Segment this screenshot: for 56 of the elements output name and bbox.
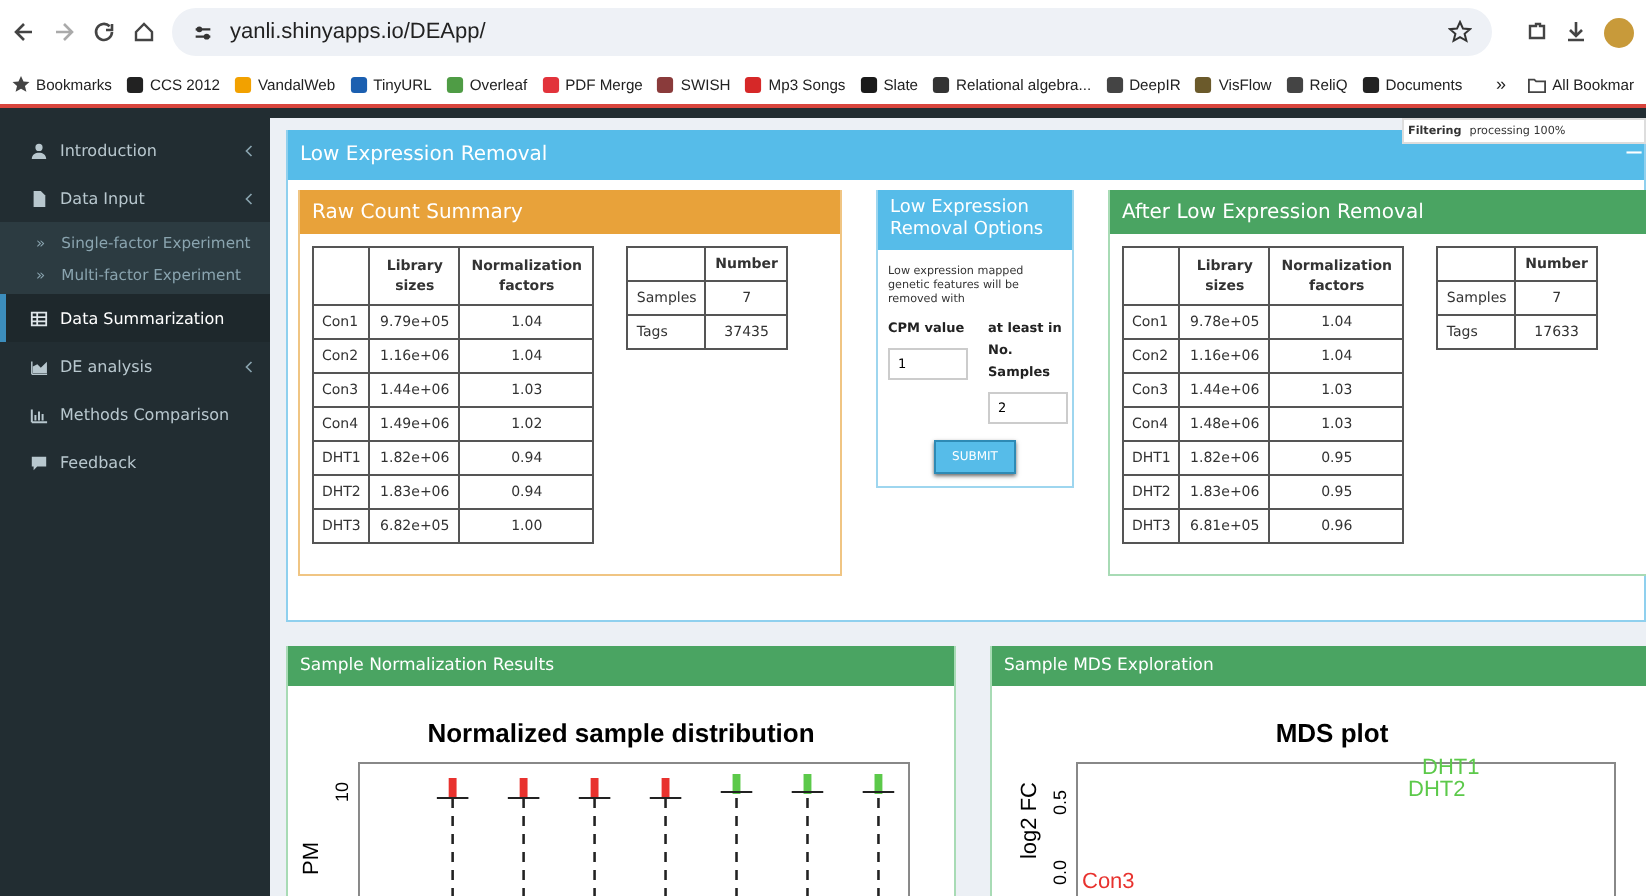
- star-icon[interactable]: [1448, 20, 1472, 44]
- axis-label: PM: [300, 842, 324, 875]
- bookmark-favicon-icon: [125, 75, 144, 93]
- bookmark-favicon-icon: [744, 75, 763, 93]
- table-header-cell: [1437, 247, 1516, 281]
- menu-item-icon: [30, 405, 48, 423]
- back-icon[interactable]: [12, 20, 36, 44]
- download-icon[interactable]: [1564, 20, 1588, 44]
- sidebar-item[interactable]: Feedback: [0, 438, 270, 486]
- card-title: Raw Count Summary: [312, 201, 523, 223]
- home-icon[interactable]: [132, 20, 156, 44]
- bookmark-favicon-icon: [234, 75, 253, 93]
- bookmark-favicon-icon: [656, 75, 675, 93]
- more-bookmarks-button[interactable]: »: [1496, 74, 1507, 94]
- menu-item-icon: [30, 309, 48, 327]
- point-label: Con3: [1082, 872, 1135, 894]
- star-icon: [12, 75, 30, 93]
- tick-label: 10: [332, 782, 352, 803]
- tick-label: 0.0: [1050, 859, 1070, 885]
- box-title: Low Expression Removal: [300, 144, 548, 166]
- sidebar-item[interactable]: Introduction: [0, 126, 270, 174]
- folder-icon: [1528, 75, 1547, 93]
- bookmark-favicon-icon: [541, 75, 560, 93]
- card-title: After Low Expression Removal: [1122, 201, 1424, 223]
- sidebar-item[interactable]: Data Input: [0, 174, 270, 222]
- plot-title: MDS plot: [1275, 718, 1389, 748]
- tick-label: 0.5: [1050, 790, 1070, 816]
- point-label: DHT2: [1408, 780, 1466, 802]
- bookmark-favicon-icon: [1361, 75, 1380, 93]
- bookmark-favicon-icon: [1285, 75, 1304, 93]
- sidebar-item[interactable]: DE analysis: [0, 342, 270, 390]
- sidebar-item[interactable]: Methods Comparison: [0, 390, 270, 438]
- extensions-icon[interactable]: [1524, 20, 1548, 44]
- axis-label: log2 FC: [1018, 782, 1042, 860]
- profile-avatar-icon[interactable]: [1604, 17, 1634, 47]
- bookmark-favicon-icon: [932, 75, 951, 93]
- table-header-cell: [1123, 247, 1180, 305]
- bookmark-favicon-icon: [1105, 75, 1124, 93]
- card-title: Sample MDS Exploration: [1004, 656, 1214, 676]
- address-bar[interactable]: yanli.shinyapps.io/DEApp/: [172, 8, 1492, 56]
- bookmark-favicon-icon: [1194, 75, 1213, 93]
- card-title: Sample Normalization Results: [300, 656, 555, 676]
- bookmark-favicon-icon: [349, 75, 368, 93]
- menu-item-icon: [30, 357, 48, 375]
- menu-item-icon: [30, 189, 48, 207]
- bookmark-favicon-icon: [859, 75, 878, 93]
- reload-icon[interactable]: [92, 20, 116, 44]
- table-header-cell: [627, 247, 706, 281]
- card-title: Low Expression Removal Options: [890, 198, 1046, 242]
- site-settings-icon[interactable]: [192, 21, 214, 43]
- bookmark-favicon-icon: [445, 75, 464, 93]
- sidebar-item[interactable]: Data Summarization: [0, 294, 270, 342]
- menu-item-icon: [30, 453, 48, 471]
- menu-item-icon: [30, 141, 48, 159]
- plot-title: Normalized sample distribution: [427, 718, 815, 748]
- table-header-cell: [313, 247, 370, 305]
